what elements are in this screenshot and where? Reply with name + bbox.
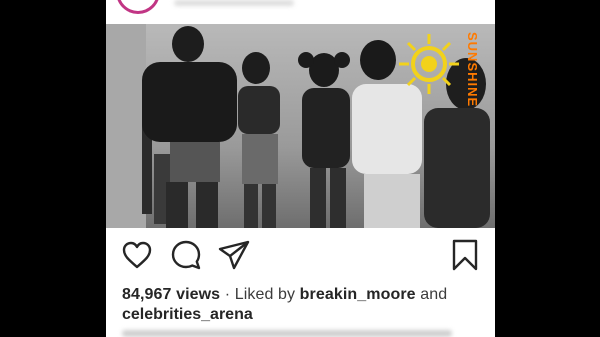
separator-dot: ·	[224, 286, 231, 303]
heart-icon	[122, 241, 152, 269]
comment-button[interactable]	[169, 238, 203, 272]
save-button[interactable]	[448, 238, 482, 272]
views-label[interactable]: views	[176, 286, 220, 303]
bookmark-icon	[452, 239, 478, 271]
post-username[interactable]	[174, 0, 294, 6]
like-button[interactable]	[120, 238, 154, 272]
wall	[106, 24, 146, 228]
post-header	[106, 0, 495, 20]
liked-by-user-link[interactable]: breakin_moore	[300, 286, 416, 303]
watermark-text: SUNSHINE	[465, 32, 480, 107]
photo-scene: SUNSHINE	[106, 24, 495, 228]
and-text: and	[420, 286, 448, 303]
action-bar	[106, 238, 495, 278]
instagram-post: SUNSHINE 84,967 views · Liked by breakin…	[106, 0, 495, 337]
profile-avatar[interactable]	[116, 0, 160, 14]
post-photo[interactable]: SUNSHINE	[106, 24, 495, 228]
caption-preview	[122, 330, 452, 337]
second-liker-link[interactable]: celebrities_arena	[122, 306, 253, 324]
engagement-line: 84,967 views · Liked by breakin_moore an…	[122, 286, 447, 304]
liked-by-prefix: Liked by	[234, 286, 296, 303]
share-icon	[218, 240, 250, 270]
comment-icon	[171, 240, 201, 270]
share-button[interactable]	[217, 238, 251, 272]
views-count[interactable]: 84,967	[122, 286, 172, 303]
